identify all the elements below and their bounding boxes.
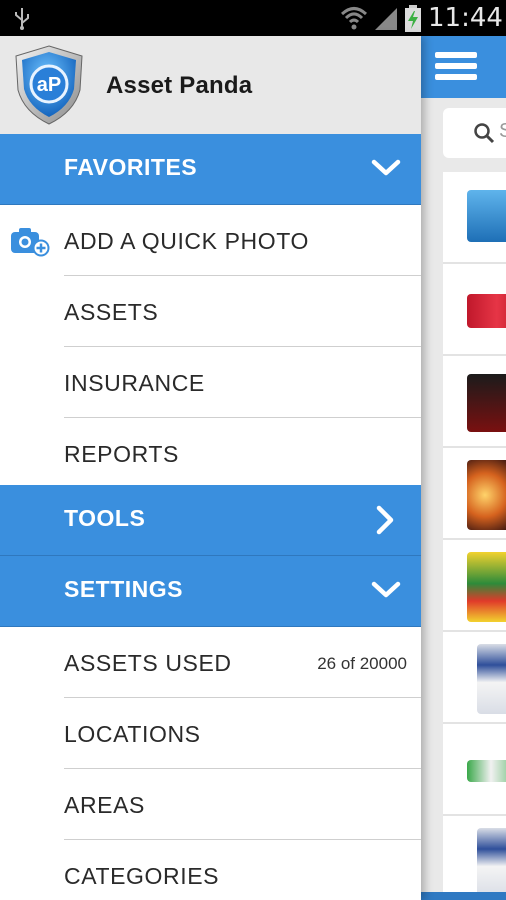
menu-item-categories[interactable]: CATEGORIES: [0, 840, 421, 900]
camera-add-icon: [10, 227, 50, 262]
supplement-thumbnail: [477, 828, 506, 898]
menu-item-label: ASSETS USED: [64, 650, 232, 676]
cigar-box-thumbnail: [467, 374, 506, 432]
list-item[interactable]: [443, 632, 506, 724]
list-item[interactable]: [443, 356, 506, 448]
assets-used-count: 26 of 20000: [317, 654, 407, 673]
section-label: FAVORITES: [64, 154, 198, 180]
list-item[interactable]: [443, 172, 506, 264]
section-settings[interactable]: SETTINGS: [0, 556, 421, 627]
section-tools[interactable]: TOOLS: [0, 485, 421, 556]
menu-item-locations[interactable]: LOCATIONS: [0, 698, 421, 769]
menu-item-add-quick-photo[interactable]: ADD A QUICK PHOTO: [0, 205, 421, 276]
chevron-down-icon: [371, 578, 401, 607]
svg-text:aP: aP: [37, 74, 61, 96]
app-title: Asset Panda: [106, 72, 253, 99]
usb-icon: [12, 6, 32, 35]
camera-thumbnail: [467, 190, 506, 242]
supplement-thumbnail: [477, 644, 506, 714]
chevron-down-icon: [371, 156, 401, 185]
search-input[interactable]: S: [443, 108, 506, 158]
menu-item-label: REPORTS: [64, 441, 179, 467]
list-item[interactable]: [443, 448, 506, 540]
menu-item-label: INSURANCE: [64, 370, 205, 396]
sunset-thumbnail: [467, 460, 506, 530]
crayons-thumbnail: [467, 552, 506, 622]
chevron-right-icon: [373, 505, 397, 540]
menu-item-label: AREAS: [64, 792, 145, 818]
asset-panda-logo: aP: [12, 44, 86, 126]
list-item[interactable]: [443, 724, 506, 816]
menu-item-assets-used[interactable]: ASSETS USED 26 of 20000: [0, 627, 421, 698]
search-icon: [473, 122, 495, 149]
main-screen: S: [421, 36, 506, 900]
list-item[interactable]: [443, 540, 506, 632]
menu-item-assets[interactable]: ASSETS: [0, 276, 421, 347]
menu-item-reports[interactable]: REPORTS: [0, 418, 421, 489]
snack-bar-thumbnail: [467, 760, 506, 782]
list-item[interactable]: [443, 816, 506, 900]
section-favorites[interactable]: FAVORITES: [0, 134, 421, 205]
drinks-thumbnail: [467, 294, 506, 328]
wifi-icon: [340, 5, 368, 36]
status-bar: 11:44: [0, 0, 506, 36]
hamburger-menu-icon[interactable]: [435, 52, 477, 82]
main-top-bar: [421, 36, 506, 98]
asset-list: [443, 172, 506, 900]
drawer-header: aP Asset Panda: [0, 36, 421, 134]
menu-item-label: ASSETS: [64, 299, 159, 325]
menu-item-label: LOCATIONS: [64, 721, 201, 747]
menu-item-insurance[interactable]: INSURANCE: [0, 347, 421, 418]
section-label: TOOLS: [64, 505, 146, 531]
search-placeholder: S: [499, 120, 506, 142]
menu-item-label: CATEGORIES: [64, 863, 220, 889]
battery-charging-icon: [404, 5, 422, 38]
navigation-drawer: aP Asset Panda FAVORITES ADD A QUICK PHO…: [0, 36, 421, 900]
menu-item-label: ADD A QUICK PHOTO: [64, 228, 309, 254]
signal-icon: [373, 6, 399, 35]
menu-item-areas[interactable]: AREAS: [0, 769, 421, 840]
bottom-bar: [421, 892, 506, 900]
list-item[interactable]: [443, 264, 506, 356]
section-label: SETTINGS: [64, 576, 184, 602]
status-time: 11:44: [428, 3, 503, 33]
